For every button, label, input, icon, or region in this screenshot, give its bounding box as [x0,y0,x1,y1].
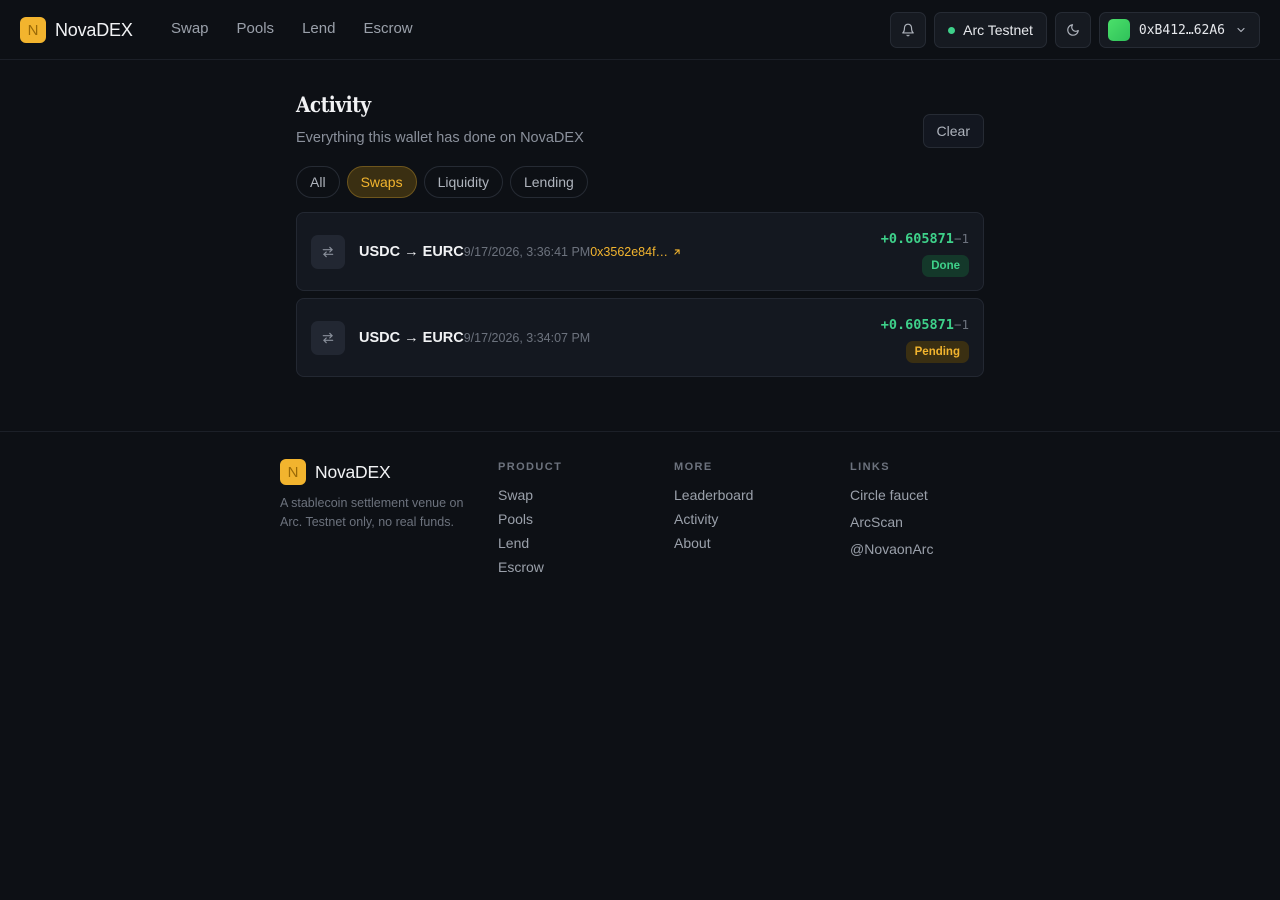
footer-link-twitter[interactable]: @NovaonArc [850,541,933,557]
amount-received: +0.605871 [880,317,954,333]
external-link-icon [672,247,682,257]
tx-hash: 0x3562e84f… [590,245,669,259]
network-status-dot [948,26,956,34]
activity-time: 9/17/2026, 3:36:41 PM [463,245,591,259]
network-button[interactable]: Arc Testnet [934,12,1047,48]
wallet-address: 0xB412…62A6 [1138,22,1225,38]
footer-brand-name: NovaDEX [315,461,391,482]
activity-details: USDC → EURC 9/17/2026, 3:36:41 PM 0x3562… [359,244,682,260]
activity-row[interactable]: USDC → EURC 9/17/2026, 3:36:41 PM 0x3562… [296,212,984,291]
site-footer: N NovaDEX A stablecoin settlement venue … [0,431,1280,900]
activity-amount: +0.605871 −1 [881,317,969,333]
status-badge: Done [922,255,969,277]
nav-escrow[interactable]: Escrow [349,20,426,37]
footer-more-heading: MORE [674,461,713,473]
footer-product-heading: PRODUCT [498,461,563,473]
bell-icon [902,23,914,37]
footer-link-activity[interactable]: Activity [674,511,753,527]
amount-sent: −1 [953,231,969,246]
footer-link-pools[interactable]: Pools [498,511,562,527]
footer-link-swap[interactable]: Swap [498,487,562,503]
activity-list: USDC → EURC 9/17/2026, 3:36:41 PM 0x3562… [296,212,984,384]
header-controls: Arc Testnet 0xB412…62A6 [890,12,1260,48]
footer-link-arcscan[interactable]: ArcScan [850,514,933,530]
brand-name: NovaDEX [55,19,133,40]
activity-amount: +0.605871 −1 [881,231,969,247]
amount-sent: −1 [953,317,969,332]
footer-more-column: MORE Leaderboard Activity About [674,461,753,559]
page-title: Activity [296,92,371,117]
amount-received: +0.605871 [880,231,954,247]
nav-pools[interactable]: Pools [223,20,289,37]
tx-hash-link[interactable]: 0x3562e84f… [590,245,682,259]
swap-arrows-icon [311,321,345,355]
activity-row[interactable]: USDC → EURC 9/17/2026, 3:34:07 PM +0.605… [296,298,984,377]
footer-tagline: A stablecoin settlement venue on Arc. Te… [280,496,464,529]
swap-arrows-icon [311,235,345,269]
wallet-button[interactable]: 0xB412…62A6 [1098,12,1260,48]
footer-links-heading: LINKS [850,461,890,473]
activity-pair: USDC → EURC [359,330,464,346]
wallet-avatar [1107,19,1130,41]
clear-button[interactable]: Clear [922,114,984,148]
footer-link-leaderboard[interactable]: Leaderboard [674,487,753,503]
network-name: Arc Testnet [963,22,1033,38]
brand[interactable]: N NovaDEX [20,17,133,43]
page-subtitle: Everything this wallet has done on NovaD… [296,130,584,146]
activity-time: 9/17/2026, 3:34:07 PM [463,331,591,345]
main-nav: Swap Pools Lend Escrow [157,20,427,37]
logo-icon: N [280,459,306,485]
footer-links-column: LINKS Circle faucet ArcScan @NovaonArc [850,461,933,568]
notifications-button[interactable] [890,12,927,48]
nav-swap[interactable]: Swap [157,20,223,37]
activity-details: USDC → EURC 9/17/2026, 3:34:07 PM [359,330,590,346]
moon-icon [1067,24,1079,36]
chevron-down-icon [1235,24,1247,36]
footer-link-escrow[interactable]: Escrow [498,559,562,575]
status-badge: Pending [905,341,969,363]
footer-link-circle-faucet[interactable]: Circle faucet [850,487,933,503]
filter-tabs: All Swaps Liquidity Lending [296,166,588,198]
filter-swaps[interactable]: Swaps [346,166,417,198]
filter-liquidity[interactable]: Liquidity [423,166,503,198]
activity-pair: USDC → EURC [359,244,464,260]
footer-link-lend[interactable]: Lend [498,535,562,551]
footer-product-column: PRODUCT Swap Pools Lend Escrow [498,461,562,583]
theme-toggle-button[interactable] [1054,12,1091,48]
filter-all[interactable]: All [296,166,340,198]
footer-link-about[interactable]: About [674,535,753,551]
top-header: N NovaDEX Swap Pools Lend Escrow Arc Tes… [0,0,1280,60]
nav-lend[interactable]: Lend [288,20,349,37]
footer-brand[interactable]: N NovaDEX [280,459,391,485]
filter-lending[interactable]: Lending [509,166,588,198]
logo-icon: N [20,17,46,43]
